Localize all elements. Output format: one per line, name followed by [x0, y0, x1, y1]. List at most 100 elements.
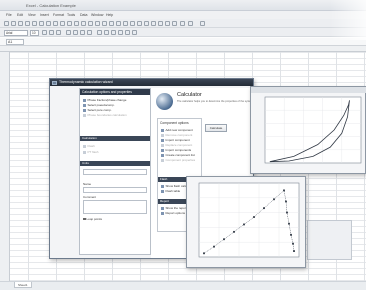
copy-icon[interactable]: [53, 21, 58, 26]
currency-icon[interactable]: [97, 30, 102, 35]
fill-color-icon[interactable]: [125, 30, 130, 35]
font-color-icon[interactable]: [132, 30, 137, 35]
units-field[interactable]: [83, 169, 147, 175]
data-point: [243, 223, 245, 226]
autosum-icon[interactable]: [88, 21, 93, 26]
font-size-select[interactable]: 10: [30, 29, 39, 36]
phase-icon[interactable]: [151, 21, 156, 26]
menu-edit[interactable]: Edit: [17, 13, 23, 17]
flash-icon[interactable]: [165, 21, 170, 26]
background-panel: [307, 220, 352, 260]
redo-icon[interactable]: [74, 21, 79, 26]
title-bar: Excel - Calculation Example: [0, 0, 366, 11]
data-point: [293, 250, 295, 252]
comma-icon[interactable]: [111, 30, 116, 35]
checkbox-icon[interactable]: [83, 217, 86, 221]
help-icon[interactable]: [130, 21, 135, 26]
section-units: Units: [80, 161, 150, 166]
menu-format[interactable]: Format: [53, 13, 64, 17]
flash-table[interactable]: Flash table: [161, 189, 180, 193]
save-icon[interactable]: [18, 21, 23, 26]
option-icon: [161, 206, 164, 210]
chart-window-2[interactable]: [186, 176, 306, 268]
options-panel: Calculation options and properties Phase…: [79, 88, 151, 255]
spelling-icon[interactable]: [39, 21, 44, 26]
open-icon[interactable]: [11, 21, 16, 26]
drawing-icon[interactable]: [116, 21, 121, 26]
new-icon[interactable]: [4, 21, 9, 26]
align-right-icon[interactable]: [80, 30, 85, 35]
menu-tools[interactable]: Tools: [67, 13, 75, 17]
borders-icon[interactable]: [118, 30, 123, 35]
option-flash[interactable]: Flash: [83, 144, 95, 148]
option-icon: [161, 128, 164, 132]
option-pseudocomp[interactable]: Select pseudocomp.: [83, 103, 115, 107]
comp-create-list[interactable]: Create component list: [161, 153, 195, 157]
app-logo-icon: [52, 80, 57, 85]
undo-icon[interactable]: [67, 21, 72, 26]
globe-icon: [156, 93, 173, 110]
table-icon[interactable]: [144, 21, 149, 26]
preview-icon[interactable]: [32, 21, 37, 26]
comp-add[interactable]: Add new component: [161, 128, 193, 132]
menu-window[interactable]: Window: [91, 13, 103, 17]
plot-area: [264, 96, 362, 164]
align-left-icon[interactable]: [66, 30, 71, 35]
option-icon: [83, 150, 86, 154]
cut-icon[interactable]: [46, 21, 51, 26]
glare-overlay: [330, 0, 366, 40]
percent-icon[interactable]: [104, 30, 109, 35]
menu-file[interactable]: File: [6, 13, 12, 17]
option-ptflash[interactable]: PT flash: [83, 150, 98, 154]
name-label: Name: [83, 182, 92, 186]
comp-import-many[interactable]: Import components: [161, 148, 191, 152]
menu-help[interactable]: Help: [106, 13, 113, 17]
calculate-button[interactable]: Calculate: [205, 124, 227, 132]
data-point: [285, 200, 287, 203]
comp-import[interactable]: Import component: [161, 138, 190, 142]
report-options[interactable]: Report options: [161, 211, 185, 215]
align-center-icon[interactable]: [73, 30, 78, 35]
sort-asc-icon[interactable]: [95, 21, 100, 26]
menu-data[interactable]: Data: [80, 13, 87, 17]
italic-icon[interactable]: [49, 30, 54, 35]
option-icon: [161, 133, 164, 137]
menu-insert[interactable]: Insert: [40, 13, 49, 17]
bold-icon[interactable]: [42, 30, 47, 35]
calc-tool-icon[interactable]: [137, 21, 142, 26]
sort-desc-icon[interactable]: [102, 21, 107, 26]
underline-icon[interactable]: [56, 30, 61, 35]
option-phase[interactable]: Phase fraction/phase change: [83, 98, 126, 102]
report-icon[interactable]: [172, 21, 177, 26]
comp-properties: Component properties: [161, 158, 195, 162]
merge-icon[interactable]: [87, 30, 92, 35]
data-point: [253, 216, 255, 218]
paste-icon[interactable]: [60, 21, 65, 26]
column-headers: [0, 46, 366, 52]
option-icon: [83, 108, 86, 112]
info-icon[interactable]: [200, 21, 205, 26]
addin-icon[interactable]: [188, 21, 193, 26]
hyperlink-icon[interactable]: [81, 21, 86, 26]
settings-icon[interactable]: [180, 21, 185, 26]
menu-view[interactable]: View: [28, 13, 36, 17]
option-purecomp[interactable]: Select pure comp.: [83, 108, 112, 112]
option-icon: [161, 153, 164, 157]
calculator-title: Calculator: [177, 92, 202, 98]
option-icon: [161, 211, 164, 215]
chart-window-1[interactable]: [250, 86, 366, 174]
name-field[interactable]: [83, 187, 147, 193]
comment-field[interactable]: [83, 200, 147, 214]
property-icon[interactable]: [158, 21, 163, 26]
name-box[interactable]: A1: [6, 39, 24, 45]
report-show[interactable]: Show the report: [161, 206, 187, 210]
option-icon: [161, 158, 164, 162]
print-icon[interactable]: [25, 21, 30, 26]
sheet-tab[interactable]: Sheet1: [14, 282, 32, 288]
data-point: [223, 238, 225, 241]
font-name-select[interactable]: Arial: [4, 29, 28, 36]
zoom-icon[interactable]: [123, 21, 128, 26]
status-bar: Sheet1: [0, 281, 366, 290]
loop-checkbox[interactable]: Loop points: [83, 217, 102, 221]
chart-wizard-icon[interactable]: [109, 21, 114, 26]
